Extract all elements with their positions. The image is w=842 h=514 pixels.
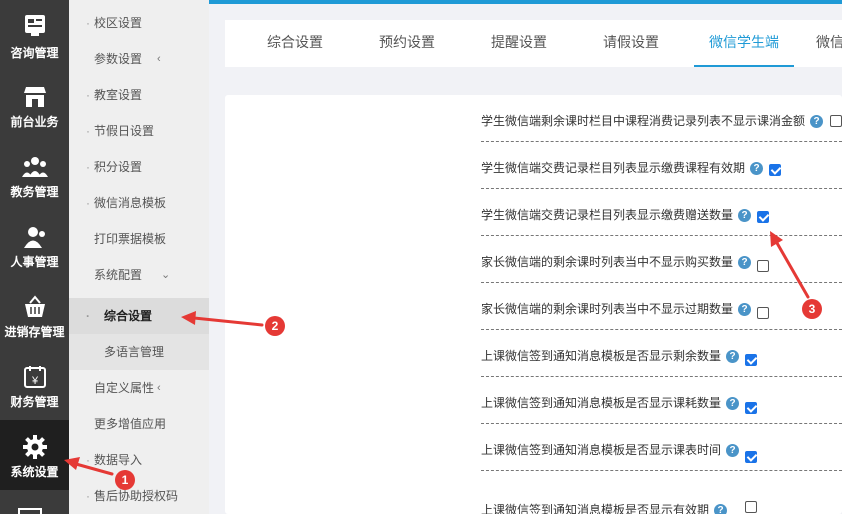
chevron-left-icon: ‹ (157, 53, 161, 65)
nav-label: 咨询管理 (10, 46, 59, 60)
nav-front-desk[interactable]: 前台业务 (0, 70, 69, 140)
setting-row: 家长微信端的剩余课时列表当中不显示过期数量? (481, 283, 842, 330)
help-icon[interactable]: ? (738, 209, 752, 223)
setting-checkbox[interactable] (769, 164, 781, 176)
basket-icon (0, 294, 69, 320)
nav-inventory[interactable]: 进销存管理 (0, 280, 69, 350)
help-icon[interactable]: ? (726, 397, 740, 411)
help-icon[interactable]: ? (726, 444, 740, 458)
submenu-item-classroom[interactable]: · 教室设置 (69, 77, 209, 113)
setting-checkbox[interactable] (757, 307, 769, 319)
chevron-left-icon: ‹ (157, 233, 161, 245)
submenu-item-wechat-template[interactable]: · 微信消息模板 (69, 185, 209, 221)
nav-hr[interactable]: 人事管理 (0, 210, 69, 280)
gear-icon (0, 434, 69, 460)
chevron-down-icon: ⌄ (161, 269, 171, 281)
nav-label: 教务管理 (10, 185, 59, 199)
consult-icon (0, 12, 69, 38)
people-icon (0, 154, 69, 180)
setting-row: 学生微信端剩余课时栏目中课程消费记录列表不显示课消金额? (481, 95, 842, 142)
setting-label: 家长微信端的剩余课时列表当中不显示过期数量 (481, 302, 734, 316)
setting-row: 家长微信端的剩余课时列表当中不显示购买数量? (481, 236, 842, 283)
annotation-badge-2: 2 (265, 316, 285, 336)
setting-checkbox[interactable] (757, 260, 769, 272)
nav-label: 人事管理 (10, 255, 59, 269)
setting-label: 上课微信签到通知消息模板是否显示剩余数量 (481, 349, 722, 363)
setting-label: 学生微信端交费记录栏目列表显示缴费课程有效期 (481, 161, 746, 175)
setting-row: 上课微信签到通知消息模板是否显示有效期? (481, 471, 842, 514)
nav-label: 系统设置 (10, 465, 59, 479)
nav-more-icon (18, 508, 42, 514)
person-icon (0, 224, 69, 250)
tab-leave[interactable]: 请假设置 (586, 20, 676, 67)
setting-label: 上课微信签到通知消息模板是否显示课表时间 (481, 443, 722, 457)
tab-general[interactable]: 综合设置 (250, 20, 340, 67)
help-icon[interactable]: ? (738, 256, 752, 270)
chevron-left-icon: ‹ (157, 382, 161, 394)
submenu-item-languages[interactable]: 多语言管理 (69, 334, 209, 370)
nav-system-settings[interactable]: 系统设置 (0, 420, 69, 490)
setting-checkbox[interactable] (745, 354, 757, 366)
setting-row: 上课微信签到通知消息模板是否显示课耗数量? (481, 377, 842, 424)
tab-wechat-student[interactable]: 微信学生端 (694, 20, 794, 67)
submenu-item-custom-attrs[interactable]: 自定义属性 ‹ (69, 370, 209, 406)
submenu-item-holiday[interactable]: · 节假日设置 (69, 113, 209, 149)
setting-label: 家长微信端的剩余课时列表当中不显示购买数量 (481, 255, 734, 269)
nav-consult[interactable]: 咨询管理 (0, 0, 69, 70)
setting-row: 学生微信端交费记录栏目列表显示缴费课程有效期? (481, 142, 842, 189)
help-icon[interactable]: ? (750, 162, 764, 176)
setting-label: 上课微信签到通知消息模板是否显示有效期 (481, 503, 710, 514)
submenu-item-campus[interactable]: · 校区设置 (69, 5, 209, 41)
setting-row: 学生微信端交费记录栏目列表显示缴费赠送数量? (481, 189, 842, 236)
setting-checkbox[interactable] (830, 115, 842, 127)
nav-label: 前台业务 (10, 115, 59, 129)
settings-tabs: 综合设置 预约设置 提醒设置 请假设置 微信学生端 微信 (225, 20, 842, 67)
annotation-badge-3: 3 (802, 299, 822, 319)
submenu-item-general-settings[interactable]: · 综合设置 (69, 298, 209, 334)
setting-label: 学生微信端剩余课时栏目中课程消费记录列表不显示课消金额 (481, 114, 806, 128)
help-icon[interactable]: ? (714, 504, 728, 514)
submenu-item-data-import[interactable]: · 数据导入 (69, 442, 209, 478)
nav-label: 进销存管理 (4, 325, 65, 339)
top-accent-bar (209, 0, 842, 4)
setting-row: 上课微信签到通知消息模板是否显示课表时间? (481, 424, 842, 471)
main-sidebar: 咨询管理 前台业务 教务管理 人事管理 进销存管理 ¥ 财务管理 系统设置 (0, 0, 69, 514)
submenu-item-points[interactable]: · 积分设置 (69, 149, 209, 185)
tab-reminder[interactable]: 提醒设置 (474, 20, 564, 67)
submenu: · 校区设置 参数设置 ‹ · 教室设置 · 节假日设置 · 积分设置 · 微信消息模板 打… (69, 0, 209, 514)
setting-checkbox[interactable] (757, 211, 769, 223)
settings-panel: 学生微信端剩余课时栏目中课程消费记录列表不显示课消金额? 学生微信端交费记录栏目… (225, 95, 842, 514)
nav-academic[interactable]: 教务管理 (0, 140, 69, 210)
annotation-badge-1: 1 (115, 470, 135, 490)
submenu-item-print-template[interactable]: 打印票据模板 ‹ (69, 221, 209, 257)
submenu-item-system-config[interactable]: 系统配置 ⌄ (69, 257, 209, 293)
setting-label: 上课微信签到通知消息模板是否显示课耗数量 (481, 396, 722, 410)
tab-wechat-more[interactable]: 微信 (816, 20, 842, 67)
nav-label: 财务管理 (10, 395, 59, 409)
submenu-item-params[interactable]: 参数设置 ‹ (69, 41, 209, 77)
help-icon[interactable]: ? (726, 350, 740, 364)
help-icon[interactable]: ? (738, 303, 752, 317)
nav-finance[interactable]: ¥ 财务管理 (0, 350, 69, 420)
storefront-icon (0, 84, 69, 110)
tab-booking[interactable]: 预约设置 (362, 20, 452, 67)
submenu-item-auth-code[interactable]: · 售后协助授权码 (69, 478, 209, 514)
svg-text:¥: ¥ (30, 375, 38, 387)
help-icon[interactable]: ? (810, 115, 824, 129)
chevron-left-icon: ‹ (157, 418, 161, 430)
setting-checkbox[interactable] (745, 501, 757, 513)
setting-label: 学生微信端交费记录栏目列表显示缴费赠送数量 (481, 208, 734, 222)
setting-row: 上课微信签到通知消息模板是否显示剩余数量? (481, 330, 842, 377)
calendar-money-icon: ¥ (0, 364, 69, 390)
setting-checkbox[interactable] (745, 402, 757, 414)
submenu-item-more-apps[interactable]: 更多增值应用 ‹ (69, 406, 209, 442)
setting-checkbox[interactable] (745, 451, 757, 463)
